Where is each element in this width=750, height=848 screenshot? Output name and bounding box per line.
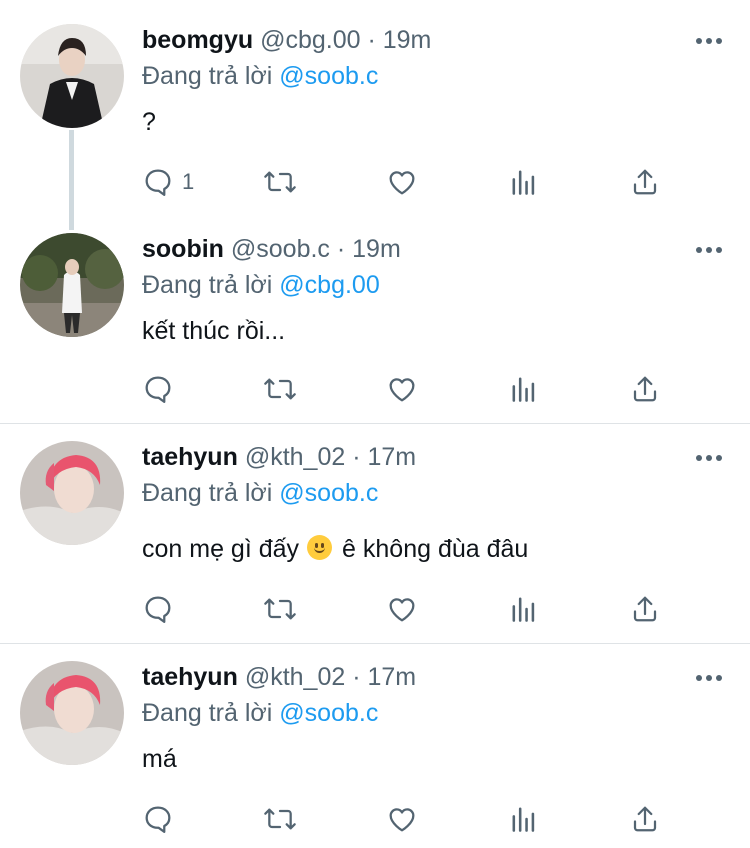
more-icon[interactable] xyxy=(694,661,724,693)
reply-button[interactable] xyxy=(142,369,174,409)
reply-icon xyxy=(145,596,171,623)
views-button[interactable] xyxy=(510,799,538,839)
retweet-button[interactable] xyxy=(262,589,298,629)
tweet-header: soobin @soob.c · 19m xyxy=(142,233,401,265)
more-icon[interactable] xyxy=(694,233,724,265)
avatar-soobin[interactable] xyxy=(20,233,124,337)
reply-button[interactable] xyxy=(142,799,174,839)
avatar-taehyun[interactable] xyxy=(20,441,124,545)
share-icon xyxy=(633,169,657,195)
views-button[interactable] xyxy=(510,162,538,202)
analytics-icon xyxy=(512,170,535,195)
like-button[interactable] xyxy=(386,799,418,839)
tweet-soobin[interactable]: soobin @soob.c · 19m Đang trả lời @cbg.0… xyxy=(0,233,750,423)
analytics-icon xyxy=(512,807,535,832)
views-button[interactable] xyxy=(510,369,538,409)
reply-icon xyxy=(145,806,171,833)
mention-link[interactable]: @soob.c xyxy=(279,699,378,727)
mention-link[interactable]: @soob.c xyxy=(279,479,378,507)
more-icon[interactable] xyxy=(694,441,724,473)
heart-icon xyxy=(389,598,415,622)
tweet-header: taehyun @kth_02 · 17m xyxy=(142,441,416,473)
reply-count: 1 xyxy=(182,169,195,194)
tweet-text: ? xyxy=(142,108,156,136)
more-icon[interactable] xyxy=(694,24,724,56)
reply-button[interactable] xyxy=(142,589,174,629)
share-icon xyxy=(633,596,657,622)
avatar-beomgyu[interactable] xyxy=(20,24,124,128)
retweet-button[interactable] xyxy=(262,799,298,839)
tweet-text: con mẹ gì đấy ê không đùa đâu xyxy=(142,533,528,565)
mention-link[interactable]: @cbg.00 xyxy=(279,271,379,299)
tweet-header: taehyun @kth_02 · 17m xyxy=(142,661,416,693)
action-bar xyxy=(0,369,750,409)
reply-icon xyxy=(145,376,171,403)
replying-to: Đang trả lời @soob.c xyxy=(142,60,378,92)
retweet-icon xyxy=(264,171,296,193)
reply-button[interactable]: 1 xyxy=(142,162,194,202)
mention-link[interactable]: @soob.c xyxy=(279,62,378,90)
replying-to: Đang trả lời @cbg.00 xyxy=(142,269,380,301)
replying-prefix: Đang trả lời xyxy=(142,62,273,90)
replying-prefix: Đang trả lời xyxy=(142,271,273,299)
handle-time: @soob.c · 19m xyxy=(230,235,401,263)
display-name[interactable]: soobin xyxy=(142,235,224,263)
retweet-icon xyxy=(264,808,296,830)
display-name[interactable]: taehyun xyxy=(142,663,238,691)
share-button[interactable] xyxy=(630,799,660,839)
share-button[interactable] xyxy=(630,369,660,409)
handle-time: @cbg.00 · 19m xyxy=(260,26,432,54)
tweet-taehyun-2[interactable]: taehyun @kth_02 · 17m Đang trả lời @soob… xyxy=(0,661,750,848)
tweet-text: kết thúc rồi... xyxy=(142,317,286,345)
share-icon xyxy=(633,376,657,402)
like-button[interactable] xyxy=(386,162,418,202)
tweet-header: beomgyu @cbg.00 · 19m xyxy=(142,24,431,56)
heart-icon xyxy=(389,171,415,195)
replying-to: Đang trả lời @soob.c xyxy=(142,697,378,729)
retweet-icon xyxy=(264,378,296,400)
action-bar xyxy=(0,589,750,629)
analytics-icon xyxy=(512,597,535,622)
tweet-text: má xyxy=(142,745,177,773)
reply-icon xyxy=(145,169,171,196)
tweet-beomgyu[interactable]: beomgyu @cbg.00 · 19m Đang trả lời @soob… xyxy=(0,24,750,214)
share-icon xyxy=(633,806,657,832)
share-button[interactable] xyxy=(630,589,660,629)
action-bar xyxy=(0,799,750,839)
display-name[interactable]: taehyun xyxy=(142,443,238,471)
like-button[interactable] xyxy=(386,369,418,409)
analytics-icon xyxy=(512,377,535,402)
handle-time: @kth_02 · 17m xyxy=(244,663,417,691)
replying-prefix: Đang trả lời xyxy=(142,479,273,507)
action-bar: 1 xyxy=(0,162,750,202)
share-button[interactable] xyxy=(630,162,660,202)
tweet-divider xyxy=(0,643,750,644)
tweet-text-part: con mẹ gì đấy xyxy=(142,535,300,563)
retweet-button[interactable] xyxy=(262,369,298,409)
views-button[interactable] xyxy=(510,589,538,629)
tweet-taehyun-1[interactable]: taehyun @kth_02 · 17m Đang trả lời @soob… xyxy=(0,441,750,631)
heart-icon xyxy=(389,808,415,832)
retweet-button[interactable] xyxy=(262,162,298,202)
avatar-taehyun[interactable] xyxy=(20,661,124,765)
handle-time: @kth_02 · 17m xyxy=(244,443,417,471)
display-name[interactable]: beomgyu xyxy=(142,26,253,54)
tweet-text-part: ê không đùa đâu xyxy=(342,535,529,563)
replying-to: Đang trả lời @soob.c xyxy=(142,477,378,509)
retweet-icon xyxy=(264,598,296,620)
tweet-divider xyxy=(0,423,750,424)
like-button[interactable] xyxy=(386,589,418,629)
slightly-smiling-face-icon xyxy=(307,535,333,560)
heart-icon xyxy=(389,378,415,402)
replying-prefix: Đang trả lời xyxy=(142,699,273,727)
